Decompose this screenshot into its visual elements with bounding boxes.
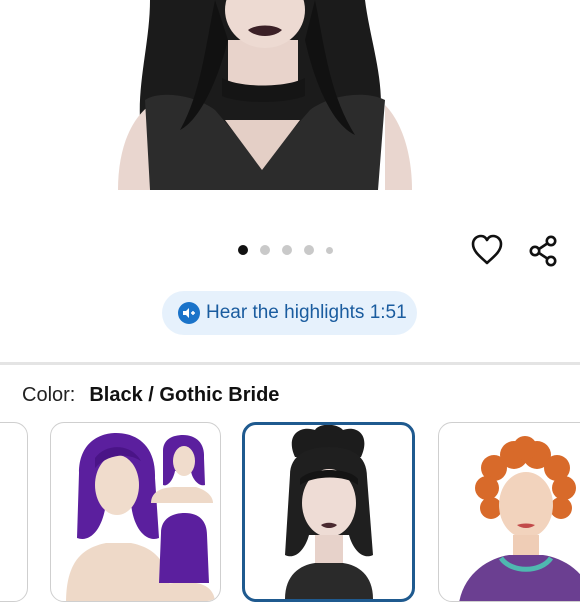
color-selector-header: Color: Black / Gothic Bride: [22, 384, 279, 407]
share-button[interactable]: [525, 233, 561, 269]
product-hero-image[interactable]: [0, 0, 580, 200]
favorite-button[interactable]: [470, 233, 504, 267]
color-swatch-previous[interactable]: [0, 422, 28, 602]
hear-highlights-button[interactable]: Hear the highlights 1:51: [162, 291, 417, 335]
color-swatch-purple[interactable]: [50, 422, 221, 602]
color-swatch-black-gothic-bride[interactable]: [242, 422, 415, 602]
share-icon: [529, 235, 557, 267]
carousel-indicator[interactable]: [238, 245, 345, 255]
carousel-dot[interactable]: [326, 246, 333, 254]
hear-highlights-label: Hear the highlights 1:51: [206, 302, 407, 323]
selected-color-value: Black / Gothic Bride: [89, 384, 280, 406]
carousel-dot[interactable]: [304, 245, 314, 255]
color-label: Color:: [22, 384, 76, 406]
color-swatch-orange-curly[interactable]: [438, 422, 580, 602]
section-divider: [0, 362, 580, 365]
carousel-dot-active[interactable]: [238, 245, 248, 255]
speaker-icon: [178, 302, 200, 324]
heart-icon: [471, 234, 503, 265]
carousel-dot[interactable]: [260, 245, 270, 255]
carousel-dot[interactable]: [282, 245, 292, 255]
